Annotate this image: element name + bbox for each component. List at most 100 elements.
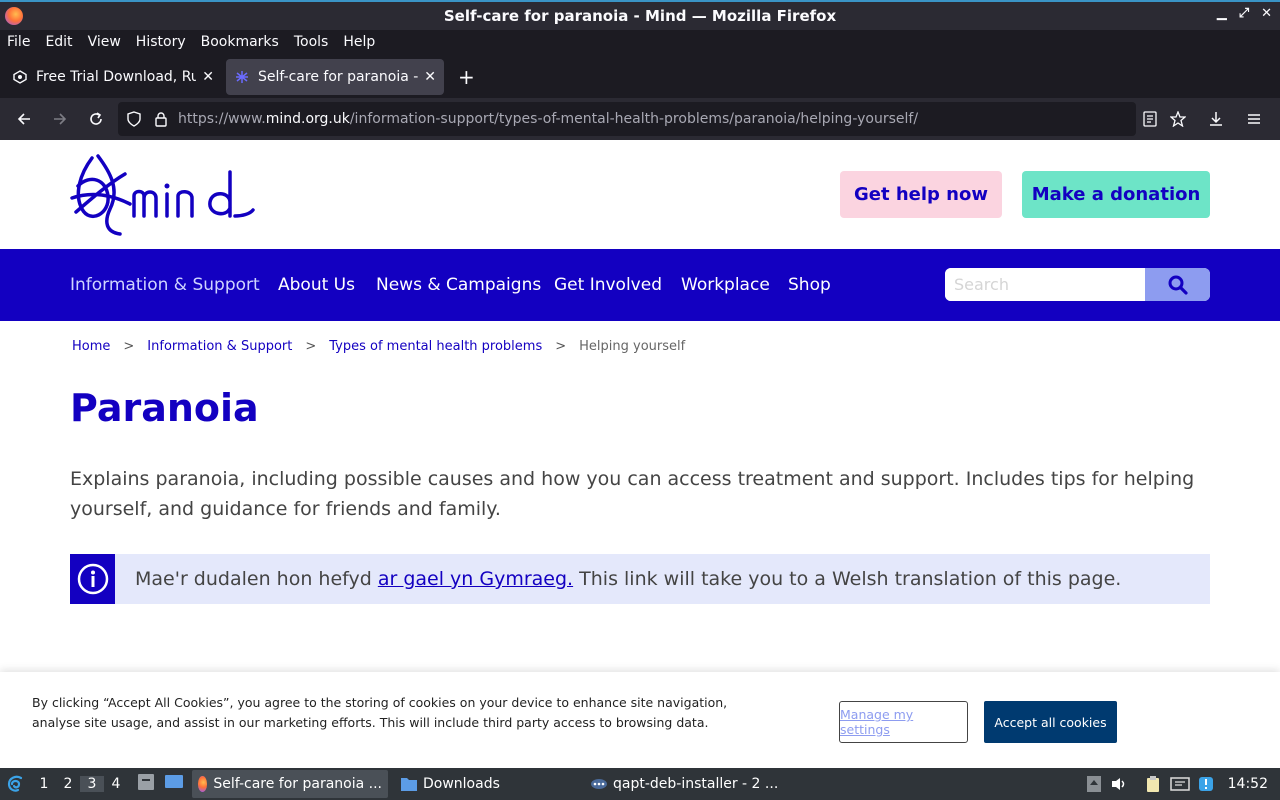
reload-icon — [90, 112, 102, 125]
file-cabinet-icon — [138, 774, 154, 790]
update-notification-icon[interactable] — [1198, 776, 1214, 792]
desktop-icon — [165, 775, 183, 788]
menu-help[interactable]: Help — [343, 34, 375, 50]
workspace-2[interactable]: 2 — [56, 776, 80, 792]
page-viewport: Get help now Make a donation Information… — [0, 140, 1280, 768]
site-header: Get help now Make a donation — [0, 140, 1280, 249]
task-label: Downloads — [423, 776, 500, 792]
start-menu-button[interactable] — [0, 768, 32, 800]
page-intro: Explains paranoia, including possible ca… — [70, 468, 1195, 520]
menu-bar: File Edit View History Bookmarks Tools H… — [0, 30, 1280, 54]
lock-icon[interactable] — [154, 111, 168, 127]
download-icon — [1210, 112, 1222, 126]
site-search — [945, 268, 1210, 301]
search-icon — [1168, 275, 1188, 295]
back-button[interactable] — [6, 101, 42, 137]
url-bar[interactable]: https://www.mind.org.uk/information-supp… — [118, 102, 1136, 136]
menu-file[interactable]: File — [7, 34, 30, 50]
workspace-3[interactable]: 3 — [80, 776, 104, 792]
menu-bookmarks[interactable]: Bookmarks — [201, 34, 279, 50]
folder-icon — [401, 778, 417, 791]
network-icon[interactable] — [1169, 776, 1190, 792]
system-taskbar: 1 2 3 4 Self-care for paranoia ... Downl… — [0, 768, 1280, 800]
cookie-banner: By clicking “Accept All Cookies”, you ag… — [0, 672, 1280, 768]
make-donation-button[interactable]: Make a donation — [1022, 171, 1210, 218]
star-icon — [1170, 111, 1186, 127]
system-tray: 14:52 — [1086, 768, 1280, 800]
search-button[interactable] — [1145, 268, 1210, 301]
eject-icon[interactable] — [1086, 775, 1102, 793]
taskbar-task-firefox[interactable]: Self-care for paranoia ... — [192, 770, 388, 798]
get-help-now-button[interactable]: Get help now — [840, 171, 1002, 218]
nav-get-involved[interactable]: Get Involved — [554, 275, 662, 295]
manage-settings-button[interactable]: Manage my settings — [839, 701, 968, 743]
nav-workplace[interactable]: Workplace — [681, 275, 770, 295]
forward-button[interactable] — [42, 101, 78, 137]
page-title: Paranoia — [70, 386, 259, 430]
new-tab-button[interactable]: + — [458, 65, 475, 89]
clock[interactable]: 14:52 — [1228, 776, 1268, 792]
firefox-logo-icon — [198, 776, 208, 792]
menu-history[interactable]: History — [136, 34, 186, 50]
hamburger-menu-icon — [1248, 114, 1260, 124]
close-window-icon[interactable]: ✕ — [1261, 6, 1272, 21]
clipboard-icon[interactable] — [1144, 775, 1162, 793]
tab-close-icon[interactable]: ✕ — [202, 69, 214, 85]
menu-tools[interactable]: Tools — [294, 34, 329, 50]
taskbar-task-qapt[interactable]: qapt-deb-installer - 2 ... — [584, 770, 784, 798]
breadcrumb-home[interactable]: Home — [72, 339, 110, 354]
window-titlebar: Self-care for paranoia - Mind — Mozilla … — [0, 0, 1280, 30]
volume-icon[interactable] — [1110, 776, 1128, 792]
breadcrumb-current: Helping yourself — [579, 339, 686, 354]
accept-all-cookies-button[interactable]: Accept all cookies — [984, 701, 1117, 743]
nav-information-support[interactable]: Information & Support — [70, 275, 260, 295]
tab-title: Free Trial Download, Run — [36, 69, 197, 85]
welsh-translation-notice: Mae'r dudalen hon hefyd ar gael yn Gymra… — [70, 554, 1210, 604]
menu-edit[interactable]: Edit — [45, 34, 72, 50]
mind-logo[interactable] — [70, 154, 255, 236]
site-favicon-icon — [12, 69, 28, 85]
tracking-shield-icon[interactable] — [126, 111, 142, 127]
workspace-1[interactable]: 1 — [32, 776, 56, 792]
menu-view[interactable]: View — [88, 34, 121, 50]
nav-toolbar: https://www.mind.org.uk/information-supp… — [0, 98, 1280, 140]
cookie-text: By clicking “Accept All Cookies”, you ag… — [32, 695, 728, 730]
tab-free-trial[interactable]: Free Trial Download, Run ✕ — [4, 59, 222, 95]
nav-news-campaigns[interactable]: News & Campaigns — [376, 275, 541, 295]
welsh-translation-link[interactable]: ar gael yn Gymraeg. — [378, 568, 573, 590]
breadcrumb-types-mental-health[interactable]: Types of mental health problems — [329, 339, 542, 354]
downloads-button[interactable] — [1198, 101, 1234, 137]
installer-icon — [591, 779, 607, 789]
breadcrumb-information-support[interactable]: Information & Support — [147, 339, 292, 354]
start-menu-icon — [7, 775, 23, 792]
mind-logo-icon — [70, 154, 255, 236]
reload-button[interactable] — [78, 101, 114, 137]
restore-icon[interactable]: ⤢ — [1239, 6, 1249, 21]
workspace-4[interactable]: 4 — [104, 776, 128, 792]
tab-self-care[interactable]: Self-care for paranoia - Mind ✕ — [226, 59, 444, 95]
tab-strip: Free Trial Download, Run ✕ Self-care for… — [0, 56, 1280, 98]
taskbar-task-downloads[interactable]: Downloads — [394, 770, 584, 798]
window-title: Self-care for paranoia - Mind — Mozilla … — [443, 7, 837, 25]
breadcrumb-separator: > — [123, 339, 135, 354]
bookmark-star-button[interactable] — [1160, 101, 1196, 137]
welsh-notice-text: Mae'r dudalen hon hefyd ar gael yn Gymra… — [135, 568, 1122, 590]
main-navigation: Information & Support About Us News & Ca… — [0, 249, 1280, 321]
breadcrumb-separator: > — [305, 339, 317, 354]
firefox-logo-icon — [5, 7, 23, 25]
tab-close-icon[interactable]: ✕ — [424, 69, 436, 85]
forward-arrow-icon — [54, 113, 67, 125]
desktop-launcher[interactable] — [164, 773, 184, 795]
nav-about-us[interactable]: About Us — [278, 275, 355, 295]
breadcrumb: Home > Information & Support > Types of … — [72, 339, 685, 354]
task-label: qapt-deb-installer - 2 ... — [613, 776, 779, 792]
file-manager-launcher[interactable] — [136, 773, 156, 795]
info-box — [70, 554, 115, 604]
app-menu-button[interactable] — [1236, 101, 1272, 137]
nav-shop[interactable]: Shop — [788, 275, 831, 295]
search-input[interactable] — [945, 268, 1145, 301]
url-text: https://www.mind.org.uk/information-supp… — [178, 111, 919, 127]
info-icon — [77, 563, 108, 595]
minimize-icon[interactable]: ▁ — [1217, 6, 1227, 21]
back-arrow-icon — [17, 113, 30, 125]
